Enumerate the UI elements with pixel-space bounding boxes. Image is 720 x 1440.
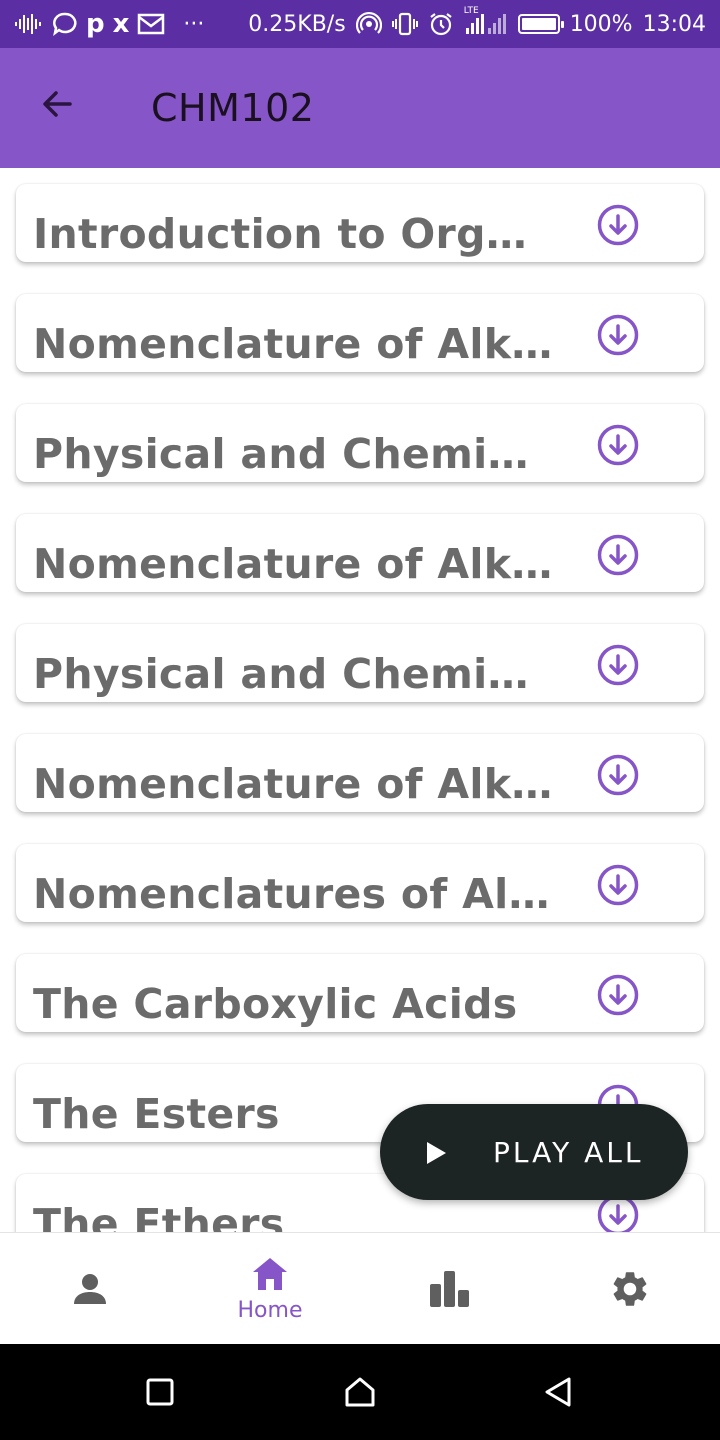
home-outline-icon xyxy=(345,1377,375,1407)
chat-bubble-icon xyxy=(52,11,78,37)
download-button[interactable] xyxy=(596,203,640,247)
alarm-icon xyxy=(428,11,454,37)
download-icon xyxy=(597,314,639,356)
p-app-icon: p xyxy=(86,9,105,39)
lesson-title: The Ethers xyxy=(33,1200,285,1232)
lesson-title: Physical and Chemic... xyxy=(33,650,553,698)
square-icon xyxy=(146,1378,174,1406)
download-button[interactable] xyxy=(596,753,640,797)
status-right-icons: 0.25KB/s LTE 100% 13:04 xyxy=(248,6,706,37)
play-icon xyxy=(427,1142,446,1164)
lesson-card[interactable]: Physical and Chemic... xyxy=(16,624,704,702)
lesson-list[interactable]: Introduction to Orga... Nomenclature of A… xyxy=(0,168,720,1232)
system-nav-bar xyxy=(0,1344,720,1440)
nav-stats[interactable] xyxy=(360,1233,540,1345)
nav-settings[interactable] xyxy=(540,1233,720,1345)
lte-signal-icon: LTE xyxy=(464,6,508,36)
lesson-title: Nomenclature of Alk... xyxy=(33,540,553,588)
bottom-nav: Home xyxy=(0,1232,720,1344)
network-speed: 0.25KB/s xyxy=(248,11,346,37)
mail-icon xyxy=(137,12,165,36)
back-button[interactable] xyxy=(28,76,84,132)
download-icon xyxy=(597,204,639,246)
back-system-button[interactable] xyxy=(538,1372,578,1412)
lesson-title: Introduction to Orga... xyxy=(33,210,553,258)
download-button[interactable] xyxy=(596,313,640,357)
app-bar: CHM102 xyxy=(0,48,720,168)
more-notifications-icon: ··· xyxy=(183,11,205,37)
home-icon xyxy=(253,1257,287,1290)
download-icon xyxy=(597,534,639,576)
battery-percent: 100% xyxy=(569,11,633,37)
download-icon xyxy=(597,424,639,466)
recents-button[interactable] xyxy=(140,1372,180,1412)
lesson-card[interactable]: Nomenclature of Alk... xyxy=(16,734,704,812)
play-all-label: PLAY ALL xyxy=(493,1136,644,1169)
lesson-title: Nomenclature of Alk... xyxy=(33,760,553,808)
gear-icon xyxy=(613,1272,647,1306)
home-system-button[interactable] xyxy=(340,1372,380,1412)
download-icon xyxy=(597,864,639,906)
download-button[interactable] xyxy=(596,423,640,467)
lesson-title: The Carboxylic Acids xyxy=(33,980,518,1028)
nav-home-label: Home xyxy=(237,1297,303,1323)
battery-fill xyxy=(521,18,556,30)
download-button[interactable] xyxy=(596,533,640,577)
x-app-icon: x xyxy=(112,9,130,39)
lesson-card[interactable]: The Carboxylic Acids xyxy=(16,954,704,1032)
vibrate-icon xyxy=(391,11,418,37)
lesson-card[interactable]: Nomenclature of Alk... xyxy=(16,294,704,372)
lesson-card[interactable]: Nomenclature of Alk... xyxy=(16,514,704,592)
nav-profile[interactable] xyxy=(0,1233,180,1345)
lesson-card[interactable]: Introduction to Orga... xyxy=(16,184,704,262)
download-icon xyxy=(597,644,639,686)
battery-icon xyxy=(517,14,564,34)
download-icon xyxy=(597,754,639,796)
download-button[interactable] xyxy=(596,643,640,687)
status-left-icons: p x ··· xyxy=(14,9,204,39)
person-icon xyxy=(74,1274,106,1304)
download-button[interactable] xyxy=(596,863,640,907)
page-title: CHM102 xyxy=(151,86,315,130)
nav-home[interactable]: Home xyxy=(180,1233,360,1345)
triangle-back-icon xyxy=(545,1377,571,1407)
lesson-title: Nomenclatures of Al... xyxy=(33,870,553,918)
status-bar: p x ··· 0.25KB/s LTE 100% 13:04 xyxy=(0,0,720,48)
hotspot-icon xyxy=(355,11,382,37)
lesson-title: Nomenclature of Alk... xyxy=(33,320,553,368)
play-all-button[interactable]: PLAY ALL xyxy=(380,1104,688,1200)
download-icon xyxy=(597,974,639,1016)
lesson-card[interactable]: Physical and Chemic... xyxy=(16,404,704,482)
lesson-title: Physical and Chemic... xyxy=(33,430,553,478)
clock: 13:04 xyxy=(642,11,706,37)
arrow-back-icon xyxy=(43,91,72,117)
voice-wave-icon xyxy=(14,12,44,36)
bar-chart-icon xyxy=(430,1271,469,1307)
lesson-card[interactable]: Nomenclatures of Al... xyxy=(16,844,704,922)
lte-label: LTE xyxy=(463,6,479,16)
download-button[interactable] xyxy=(596,973,640,1017)
